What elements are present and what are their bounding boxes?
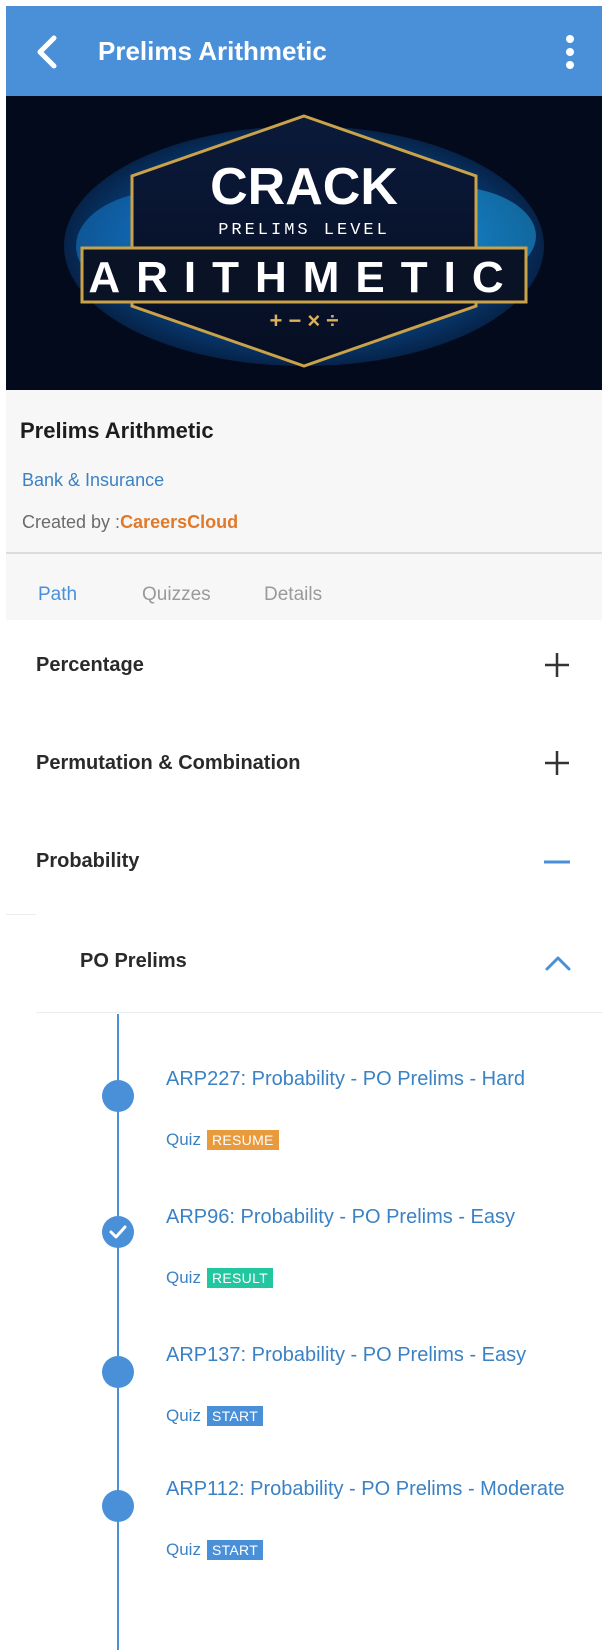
banner-line1: CRACK bbox=[210, 158, 398, 216]
timeline-item: ARP96: Probability - PO Prelims - Easy Q… bbox=[6, 1184, 602, 1314]
tab-path[interactable]: Path bbox=[38, 584, 77, 606]
section-permutation-combination[interactable]: Permutation & Combination bbox=[6, 718, 602, 817]
app-screen: Prelims Arithmetic CRACK PRELIMS LEVEL A… bbox=[6, 6, 602, 1650]
status-dot-icon bbox=[102, 1080, 134, 1112]
course-title: Prelims Arithmetic bbox=[20, 418, 214, 443]
result-button[interactable]: RESULT bbox=[206, 1268, 273, 1288]
subsection-po-prelims[interactable]: PO Prelims bbox=[36, 914, 602, 1013]
quiz-meta: Quiz START bbox=[166, 1540, 264, 1560]
start-button[interactable]: START bbox=[206, 1406, 264, 1426]
quiz-title[interactable]: ARP96: Probability - PO Prelims - Easy bbox=[166, 1204, 566, 1230]
quiz-meta: Quiz START bbox=[166, 1406, 264, 1426]
section-label: Percentage bbox=[36, 654, 144, 676]
section-probability[interactable]: Probability bbox=[6, 816, 602, 915]
quiz-title[interactable]: ARP227: Probability - PO Prelims - Hard bbox=[166, 1066, 566, 1092]
resume-button[interactable]: RESUME bbox=[206, 1130, 279, 1150]
quiz-type: Quiz bbox=[166, 1406, 201, 1425]
banner-line2: PRELIMS LEVEL bbox=[218, 221, 390, 240]
subsection-label: PO Prelims bbox=[80, 950, 187, 972]
timeline-item: ARP112: Probability - PO Prelims - Moder… bbox=[6, 1458, 602, 1588]
completed-check-icon bbox=[102, 1216, 134, 1248]
timeline-item: ARP227: Probability - PO Prelims - Hard … bbox=[6, 1046, 602, 1176]
banner-image: CRACK PRELIMS LEVEL ARITHMETIC + − × ÷ bbox=[6, 96, 602, 390]
quiz-meta: Quiz RESUME bbox=[166, 1130, 279, 1150]
course-banner: CRACK PRELIMS LEVEL ARITHMETIC + − × ÷ bbox=[6, 96, 602, 390]
quiz-type: Quiz bbox=[166, 1540, 201, 1559]
quiz-type: Quiz bbox=[166, 1268, 201, 1287]
plus-icon bbox=[545, 751, 569, 775]
created-by-label: Created by : bbox=[22, 512, 121, 532]
more-vertical-icon bbox=[566, 35, 574, 69]
app-bar: Prelims Arithmetic bbox=[6, 6, 602, 96]
tab-quizzes[interactable]: Quizzes bbox=[142, 584, 211, 606]
quiz-meta: Quiz RESULT bbox=[166, 1268, 273, 1288]
page-title: Prelims Arithmetic bbox=[98, 36, 327, 66]
creator-name[interactable]: CareersCloud bbox=[120, 512, 238, 532]
quiz-title[interactable]: ARP137: Probability - PO Prelims - Easy bbox=[166, 1342, 566, 1368]
section-percentage[interactable]: Percentage bbox=[6, 620, 602, 719]
course-info: Prelims Arithmetic Bank & Insurance Crea… bbox=[6, 390, 602, 554]
status-dot-icon bbox=[102, 1356, 134, 1388]
banner-line3: ARITHMETIC bbox=[88, 253, 519, 302]
quiz-title[interactable]: ARP112: Probability - PO Prelims - Moder… bbox=[166, 1476, 566, 1502]
created-by: Created by :CareersCloud bbox=[22, 512, 238, 533]
plus-icon bbox=[545, 653, 569, 677]
more-options-button[interactable] bbox=[552, 32, 588, 72]
chevron-up-icon bbox=[545, 956, 571, 971]
timeline-item: ARP137: Probability - PO Prelims - Easy … bbox=[6, 1322, 602, 1452]
section-label: Probability bbox=[36, 850, 140, 872]
status-dot-icon bbox=[102, 1490, 134, 1522]
banner-line4: + − × ÷ bbox=[270, 308, 339, 333]
back-button[interactable] bbox=[28, 32, 68, 72]
course-category[interactable]: Bank & Insurance bbox=[22, 470, 164, 491]
chevron-left-icon bbox=[37, 35, 57, 69]
minus-icon bbox=[544, 860, 570, 864]
section-label: Permutation & Combination bbox=[36, 752, 301, 774]
start-button[interactable]: START bbox=[206, 1540, 264, 1560]
quiz-type: Quiz bbox=[166, 1130, 201, 1149]
tab-details[interactable]: Details bbox=[264, 584, 322, 606]
